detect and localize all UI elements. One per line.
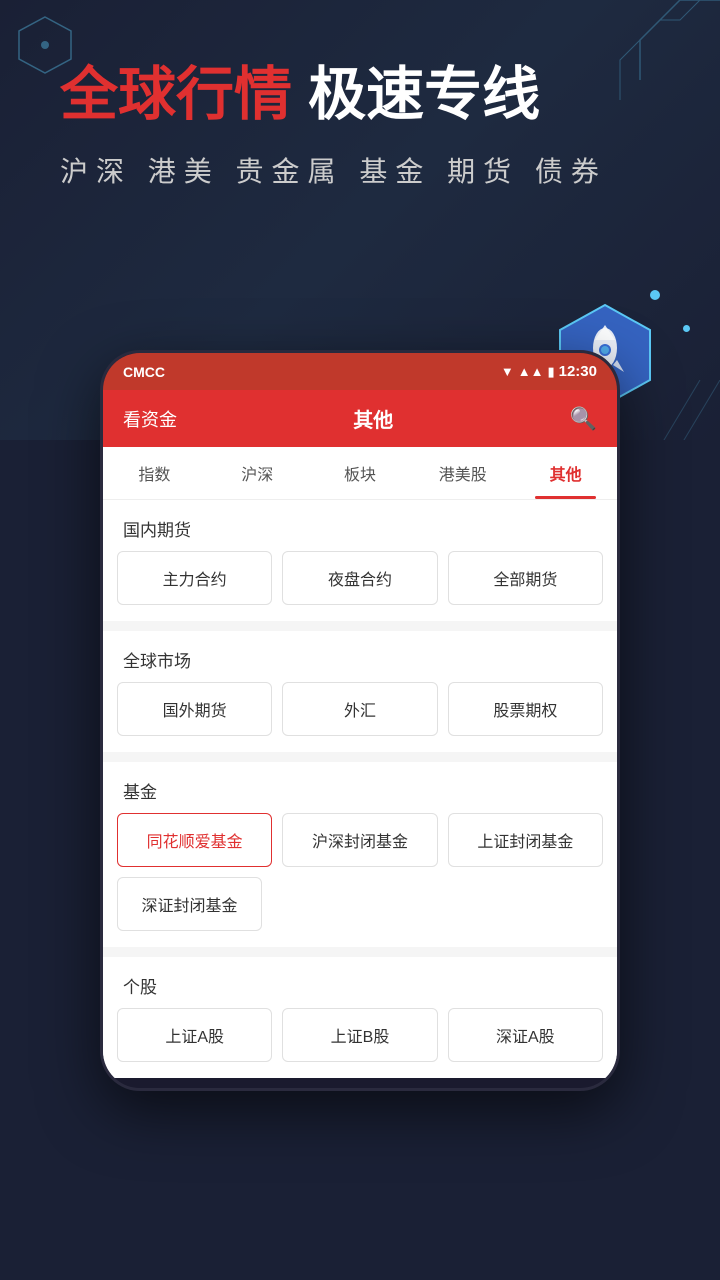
phone-frame: CMCC ▼ ▲▲ ▮ 12:30 看资金 其他 🔍 指数 沪深 板块 [100, 350, 620, 1091]
tab-indices[interactable]: 指数 [103, 447, 206, 499]
app-header: 看资金 其他 🔍 [103, 390, 617, 447]
section-title-individual-stocks: 个股 [103, 957, 617, 1008]
wifi-icon: ▼ [501, 364, 514, 379]
status-time: 12:30 [559, 363, 597, 380]
section-title-global-market: 全球市场 [103, 631, 617, 682]
rocket-dot-small [683, 325, 690, 332]
btn-all-futures[interactable]: 全部期货 [448, 551, 603, 605]
rocket-dot-large [650, 290, 660, 300]
status-bar: CMCC ▼ ▲▲ ▮ 12:30 [103, 353, 617, 390]
btn-stock-options[interactable]: 股票期权 [448, 682, 603, 736]
btn-forex[interactable]: 外汇 [282, 682, 437, 736]
search-icon[interactable]: 🔍 [570, 406, 597, 432]
section-buttons-individual-stocks: 上证A股 上证B股 深证A股 [103, 1008, 617, 1078]
section-individual-stocks: 个股 上证A股 上证B股 深证A股 [103, 957, 617, 1078]
hero-title-white: 极速专线 [292, 62, 540, 127]
tab-qita[interactable]: 其他 [514, 447, 617, 499]
signal-icon: ▲▲ [518, 364, 544, 379]
btn-shanghai-b[interactable]: 上证B股 [282, 1008, 437, 1062]
section-buttons-domestic-futures: 主力合约 夜盘合约 全部期货 [103, 551, 617, 621]
btn-shanghai-a[interactable]: 上证A股 [117, 1008, 272, 1062]
section-title-funds: 基金 [103, 762, 617, 813]
content-area: 国内期货 主力合约 夜盘合约 全部期货 全球市场 国外期货 外汇 股票期权 基金 [103, 500, 617, 1078]
header-left-label[interactable]: 看资金 [123, 406, 177, 432]
tab-gangmeigu[interactable]: 港美股 [411, 447, 514, 499]
tab-bankuai[interactable]: 板块 [309, 447, 412, 499]
section-funds: 基金 同花顺爱基金 沪深封闭基金 上证封闭基金 深证封闭基金 [103, 762, 617, 947]
hero-text-block: 全球行情 极速专线 沪深 港美 贵金属 基金 期货 债券 [0, 0, 720, 210]
btn-tonghuashun-fund[interactable]: 同花顺爱基金 [117, 813, 272, 867]
section-domestic-futures: 国内期货 主力合约 夜盘合约 全部期货 [103, 500, 617, 621]
status-carrier: CMCC [123, 364, 165, 380]
status-icons: ▼ ▲▲ ▮ 12:30 [501, 363, 597, 380]
btn-shenzheng-closed-fund[interactable]: 深证封闭基金 [117, 877, 262, 931]
section-buttons-funds: 同花顺爱基金 沪深封闭基金 上证封闭基金 深证封闭基金 [103, 813, 617, 947]
btn-night-contract[interactable]: 夜盘合约 [282, 551, 437, 605]
header-center-label: 其他 [353, 404, 393, 433]
btn-hushen-closed-fund[interactable]: 沪深封闭基金 [282, 813, 437, 867]
section-title-domestic-futures: 国内期货 [103, 500, 617, 551]
battery-icon: ▮ [547, 364, 554, 380]
tabs-bar: 指数 沪深 板块 港美股 其他 [103, 447, 617, 500]
hero-title: 全球行情 极速专线 [60, 60, 680, 130]
btn-main-contract[interactable]: 主力合约 [117, 551, 272, 605]
phone-mockup: CMCC ▼ ▲▲ ▮ 12:30 看资金 其他 🔍 指数 沪深 板块 [100, 350, 620, 1091]
section-global-market: 全球市场 国外期货 外汇 股票期权 [103, 631, 617, 752]
section-buttons-global-market: 国外期货 外汇 股票期权 [103, 682, 617, 752]
btn-shangzheng-closed-fund[interactable]: 上证封闭基金 [448, 813, 603, 867]
btn-foreign-futures[interactable]: 国外期货 [117, 682, 272, 736]
hero-subtitle: 沪深 港美 贵金属 基金 期货 债券 [60, 150, 680, 190]
btn-shenzhen-a[interactable]: 深证A股 [448, 1008, 603, 1062]
tab-hushen[interactable]: 沪深 [206, 447, 309, 499]
hero-title-red: 全球行情 [60, 62, 292, 127]
